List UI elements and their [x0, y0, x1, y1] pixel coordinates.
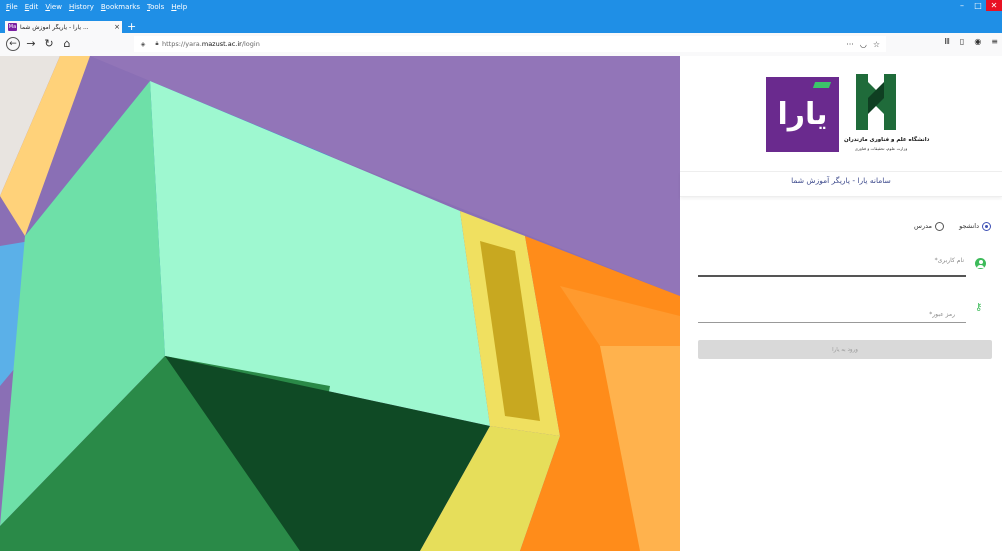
menu-tools[interactable]: Tools	[147, 2, 164, 12]
login-panel	[680, 56, 1002, 551]
menu-bar: File Edit View History Bookmarks Tools H…	[6, 2, 187, 12]
close-window-button[interactable]: ✕	[986, 0, 1002, 11]
shield-icon[interactable]: ◈	[138, 41, 148, 48]
window-controls: – □ ✕	[954, 0, 1002, 11]
home-button[interactable]: ⌂	[60, 37, 74, 51]
library-icon[interactable]: Ⅲ	[944, 37, 950, 46]
university-logo	[852, 72, 900, 132]
forward-button[interactable]: →	[24, 37, 38, 51]
browser-tab[interactable]: Ma یارا - یاریگر آموزش شما ... ×	[5, 21, 122, 33]
menu-bookmarks[interactable]: Bookmarks	[101, 2, 140, 12]
tab-close-icon[interactable]: ×	[112, 23, 122, 31]
account-icon[interactable]: ◉	[974, 37, 981, 46]
key-icon: ⚷	[975, 302, 983, 313]
university-subtitle: وزارت علوم، تحقیقات و فناوری	[854, 146, 908, 151]
new-tab-button[interactable]: +	[127, 20, 136, 33]
menu-edit[interactable]: Edit	[25, 2, 39, 12]
sidebar-icon[interactable]: ▯	[960, 37, 964, 46]
menu-help[interactable]: Help	[171, 2, 187, 12]
password-label: رمز عبور*	[929, 311, 955, 318]
reload-button[interactable]: ↻	[42, 37, 56, 51]
minimize-button[interactable]: –	[954, 0, 970, 11]
geometric-artwork	[0, 56, 680, 551]
maximize-button[interactable]: □	[970, 0, 986, 11]
url-bar[interactable]: ◈ 🔒︎ https://yara.mazust.ac.ir/login ···…	[134, 36, 886, 52]
teacher-radio[interactable]	[935, 222, 944, 231]
pocket-icon[interactable]: ◡	[860, 40, 867, 49]
graduation-cap-icon	[812, 82, 832, 88]
menu-file[interactable]: File	[6, 2, 18, 12]
system-title: سامانه یارا - یاریگر آموزش شما	[791, 176, 891, 185]
bookmark-star-icon[interactable]: ☆	[873, 40, 880, 49]
tab-title: یارا - یاریگر آموزش شما ...	[20, 23, 89, 31]
user-icon	[975, 258, 986, 269]
menu-history[interactable]: History	[69, 2, 94, 12]
login-button[interactable]: ورود به یارا	[698, 340, 992, 359]
teacher-label[interactable]: مدرس	[896, 222, 932, 230]
lock-icon[interactable]: 🔒︎	[152, 40, 162, 48]
page-actions-icon[interactable]: ···	[846, 40, 854, 49]
toolbar-right: Ⅲ ▯ ◉ ≡	[944, 37, 998, 46]
back-button[interactable]: ←	[6, 37, 20, 51]
university-name: دانشگاه علم و فناوری مازندران	[844, 137, 930, 143]
menu-icon[interactable]: ≡	[991, 37, 998, 46]
menu-view[interactable]: View	[45, 2, 62, 12]
student-radio[interactable]	[982, 222, 991, 231]
favicon-icon: Ma	[8, 23, 17, 31]
yara-logo: یارا	[766, 77, 839, 152]
username-label: نام کاربری*	[934, 257, 964, 264]
student-label[interactable]: دانشجو	[939, 222, 979, 230]
hero-image	[0, 56, 680, 551]
url-text: https://yara.mazust.ac.ir/login	[162, 40, 260, 48]
tab-strip	[0, 20, 1002, 33]
